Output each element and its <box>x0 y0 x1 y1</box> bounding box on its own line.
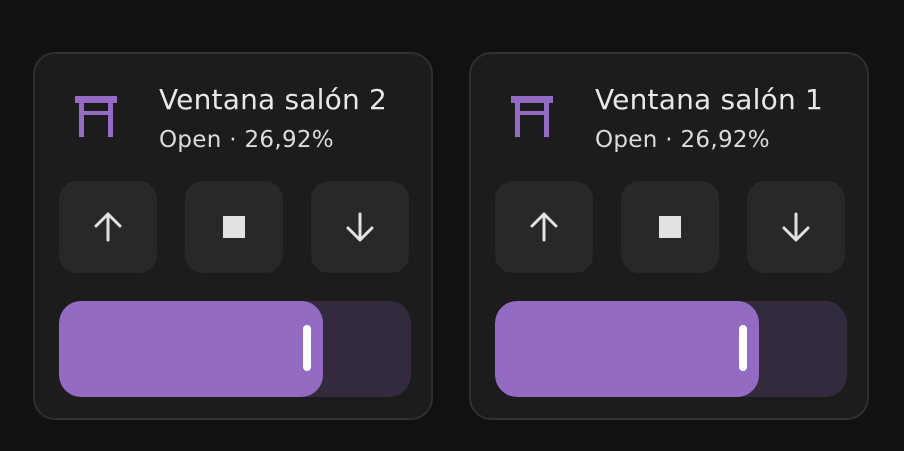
slider-handle[interactable] <box>303 325 311 371</box>
position-slider[interactable] <box>59 301 411 397</box>
close-cover-button[interactable] <box>747 181 845 273</box>
card-title: Ventana salón 1 <box>595 83 824 116</box>
card-state: Open · 26,92% <box>595 127 770 153</box>
arrow-up-icon <box>94 212 122 242</box>
slider-fill <box>59 301 323 397</box>
cover-card-ventana-salon-1[interactable]: Ventana salón 1 Open · 26,92% <box>469 52 869 420</box>
stop-cover-button[interactable] <box>621 181 719 273</box>
slider-handle[interactable] <box>739 325 747 371</box>
open-cover-button[interactable] <box>495 181 593 273</box>
arrow-down-icon <box>346 212 374 242</box>
window-shutter-icon[interactable] <box>73 94 119 140</box>
arrow-down-icon <box>782 212 810 242</box>
close-cover-button[interactable] <box>311 181 409 273</box>
position-slider[interactable] <box>495 301 847 397</box>
window-shutter-icon[interactable] <box>509 94 555 140</box>
card-state: Open · 26,92% <box>159 127 334 153</box>
card-title: Ventana salón 2 <box>159 83 388 116</box>
arrow-up-icon <box>530 212 558 242</box>
stop-cover-button[interactable] <box>185 181 283 273</box>
stop-icon <box>223 216 245 238</box>
cover-card-ventana-salon-2[interactable]: Ventana salón 2 Open · 26,92% <box>33 52 433 420</box>
stop-icon <box>659 216 681 238</box>
open-cover-button[interactable] <box>59 181 157 273</box>
slider-fill <box>495 301 759 397</box>
